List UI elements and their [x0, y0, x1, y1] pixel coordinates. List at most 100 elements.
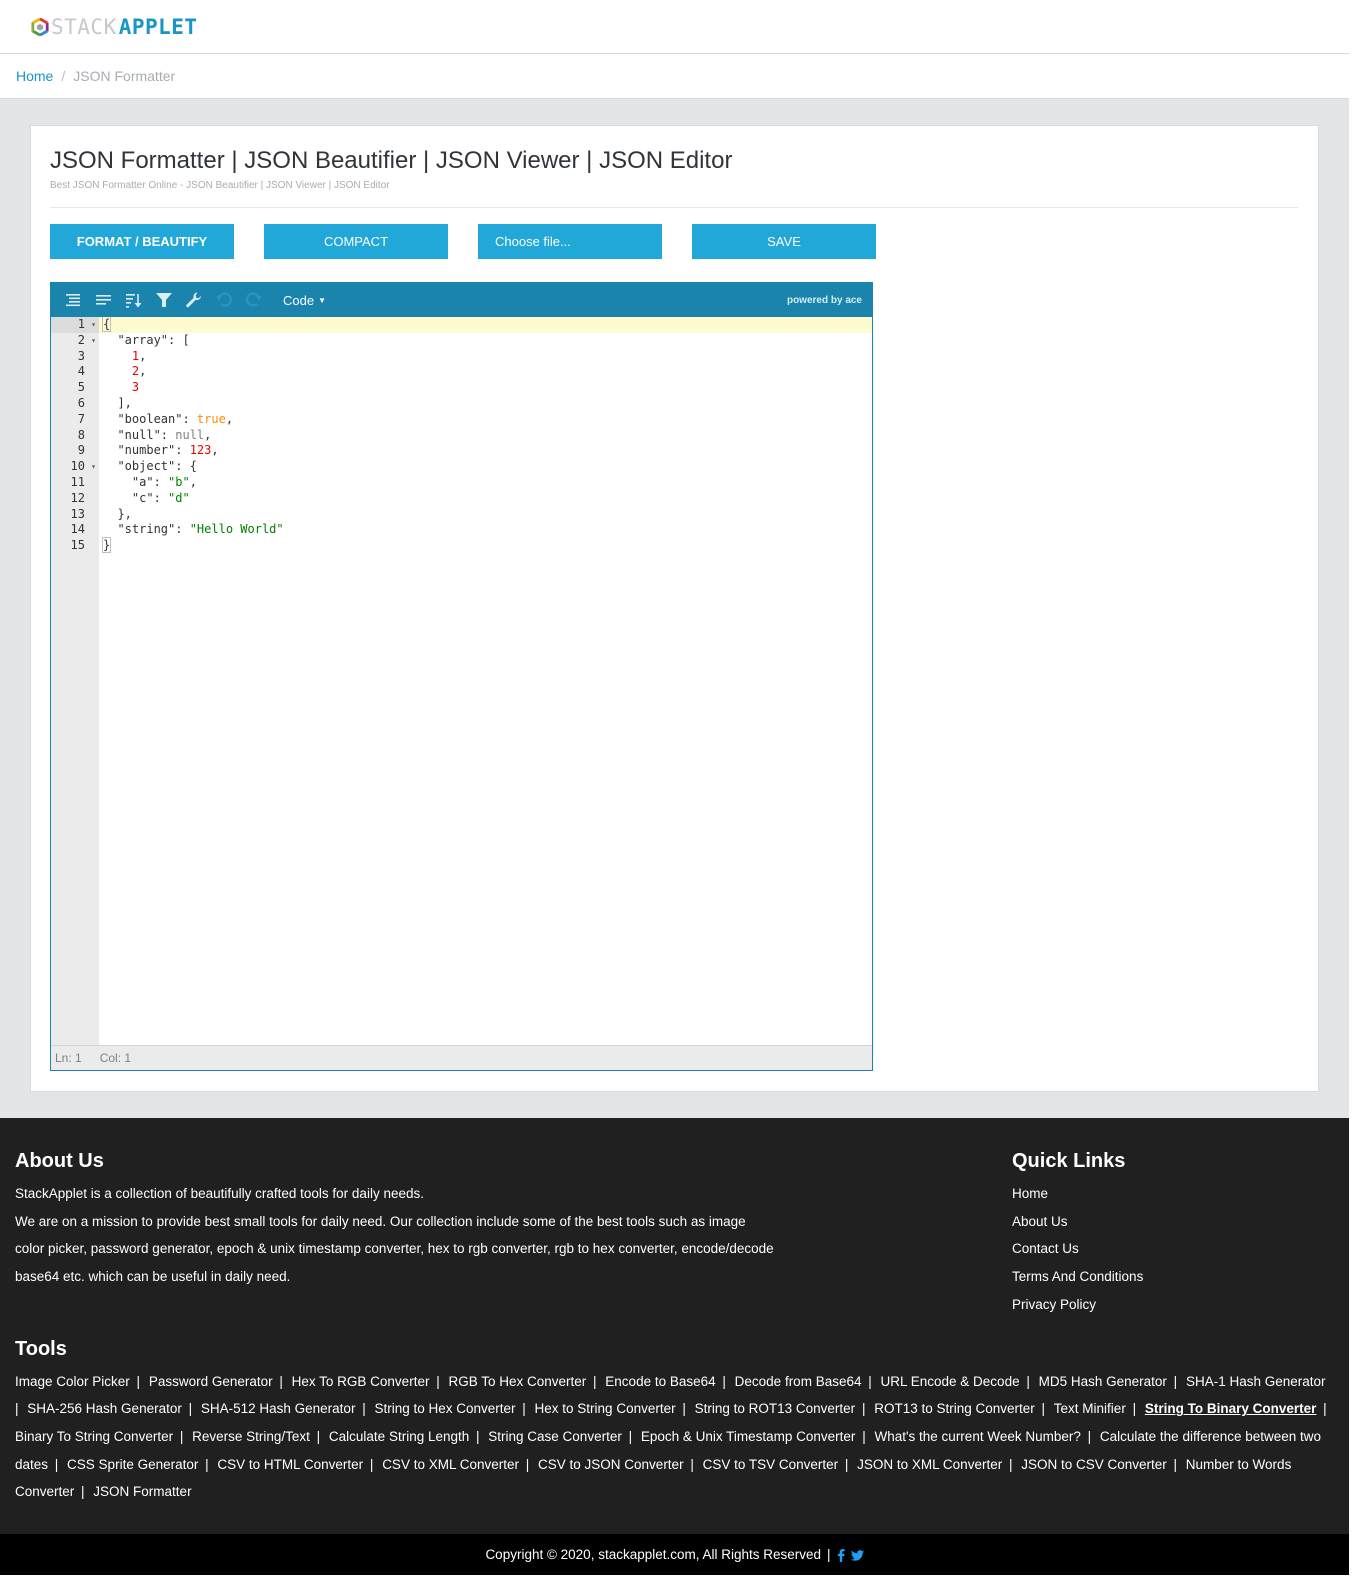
tool-link[interactable]: JSON to CSV Converter	[1021, 1457, 1167, 1472]
format-beautify-button[interactable]: FORMAT / BEAUTIFY	[50, 224, 234, 259]
tool-link[interactable]: String to Hex Converter	[374, 1401, 515, 1416]
chevron-down-icon: ▼	[318, 295, 326, 305]
cursor-col: Col: 1	[99, 1051, 132, 1065]
about-section: About Us StackApplet is a collection of …	[15, 1148, 775, 1319]
code-line[interactable]: "string": "Hello World"	[99, 522, 872, 538]
tool-link[interactable]: ROT13 to String Converter	[874, 1401, 1035, 1416]
tool-link[interactable]: Decode from Base64	[735, 1374, 862, 1389]
code-line[interactable]: },	[99, 507, 872, 523]
tool-link[interactable]: String To Binary Converter	[1145, 1401, 1317, 1416]
main-area: JSON Formatter | JSON Beautifier | JSON …	[0, 99, 1349, 1118]
editor-toolbar: Code ▼ powered by ace	[51, 283, 872, 317]
code-line[interactable]: }	[99, 537, 872, 554]
tool-separator: |	[858, 1428, 870, 1444]
line-number: 3	[77, 348, 85, 363]
code-line[interactable]: "object": {	[99, 459, 872, 475]
quick-link-about[interactable]: About Us	[1012, 1208, 1334, 1236]
tool-link[interactable]: JSON Formatter	[93, 1484, 191, 1499]
tool-link[interactable]: Text Minifier	[1054, 1401, 1126, 1416]
tool-separator: |	[1022, 1373, 1034, 1389]
tool-link[interactable]: MD5 Hash Generator	[1039, 1374, 1167, 1389]
code-line[interactable]: 1,	[99, 349, 872, 365]
tool-separator: |	[15, 1401, 23, 1417]
choose-file-button[interactable]: Choose file...	[478, 224, 662, 259]
code-line[interactable]: {	[99, 317, 872, 333]
breadcrumb-home-link[interactable]: Home	[16, 68, 53, 84]
sort-icon[interactable]	[119, 283, 149, 317]
twitter-icon[interactable]	[850, 1547, 864, 1562]
code-area[interactable]: { "array": [ 1, 2, 3 ], "boolean": true,…	[99, 317, 872, 1045]
tool-link[interactable]: Hex to String Converter	[535, 1401, 676, 1416]
tool-link[interactable]: CSV to HTML Converter	[217, 1457, 363, 1472]
tool-link[interactable]: Image Color Picker	[15, 1374, 130, 1389]
code-line[interactable]: "array": [	[99, 333, 872, 349]
tool-separator: |	[1169, 1373, 1181, 1389]
line-number: 6	[77, 395, 85, 410]
code-token: }	[101, 537, 112, 554]
tool-link[interactable]: String to ROT13 Converter	[695, 1401, 856, 1416]
cursor-line: Ln: 1	[55, 1051, 82, 1065]
powered-by-ace-link[interactable]: powered by ace	[787, 295, 862, 306]
line-number: 12	[70, 490, 85, 505]
code-line[interactable]: "c": "d"	[99, 491, 872, 507]
quick-links-section: Quick Links Home About Us Contact Us Ter…	[1012, 1148, 1334, 1319]
compact-button[interactable]: COMPACT	[264, 224, 448, 259]
fold-toggle-icon[interactable]: ▾	[91, 317, 96, 333]
tool-link[interactable]: JSON to XML Converter	[857, 1457, 1002, 1472]
code-line[interactable]: 3	[99, 380, 872, 396]
code-token: "a":	[103, 474, 169, 489]
mode-label: Code	[283, 292, 315, 308]
format-icon[interactable]	[59, 283, 89, 317]
line-number: 1 ▾	[51, 317, 99, 333]
site-logo[interactable]: STACK APPLET	[31, 15, 198, 39]
code-line[interactable]: "a": "b",	[99, 475, 872, 491]
tool-link[interactable]: Epoch & Unix Timestamp Converter	[641, 1429, 856, 1444]
tool-link[interactable]: URL Encode & Decode	[881, 1374, 1020, 1389]
tool-link[interactable]: CSV to JSON Converter	[538, 1457, 684, 1472]
tool-link[interactable]: CSV to XML Converter	[382, 1457, 519, 1472]
about-text-2: We are on a mission to provide best smal…	[15, 1213, 774, 1284]
code-line[interactable]: 2,	[99, 364, 872, 380]
code-token: ,	[225, 411, 234, 426]
tool-link[interactable]: Binary To String Converter	[15, 1429, 173, 1444]
code-token: ,	[139, 348, 147, 363]
undo-icon[interactable]	[209, 283, 239, 317]
save-button[interactable]: SAVE	[692, 224, 876, 259]
mode-dropdown[interactable]: Code ▼	[283, 293, 326, 308]
filter-icon[interactable]	[149, 283, 179, 317]
facebook-icon[interactable]	[837, 1547, 845, 1562]
compact-icon[interactable]	[89, 283, 119, 317]
tool-link[interactable]: SHA-1 Hash Generator	[1186, 1374, 1326, 1389]
tool-link[interactable]: SHA-512 Hash Generator	[201, 1401, 356, 1416]
tool-link[interactable]: Encode to Base64	[605, 1374, 715, 1389]
tool-separator: |	[184, 1401, 196, 1417]
code-line[interactable]: "boolean": true,	[99, 412, 872, 428]
quick-link-contact[interactable]: Contact Us	[1012, 1235, 1334, 1263]
tool-link[interactable]: What's the current Week Number?	[874, 1429, 1080, 1444]
breadcrumb: Home / JSON Formatter	[0, 54, 1349, 99]
fold-toggle-icon[interactable]: ▾	[91, 459, 96, 475]
redo-icon[interactable]	[239, 283, 269, 317]
tool-link[interactable]: RGB To Hex Converter	[448, 1374, 586, 1389]
fold-toggle-icon[interactable]: ▾	[91, 333, 96, 349]
repair-wrench-icon[interactable]	[179, 283, 209, 317]
tool-link[interactable]: CSS Sprite Generator	[67, 1457, 198, 1472]
tool-link[interactable]: String Case Converter	[488, 1429, 622, 1444]
code-line[interactable]: ],	[99, 396, 872, 412]
tool-link[interactable]: Calculate String Length	[329, 1429, 469, 1444]
tool-link[interactable]: SHA-256 Hash Generator	[27, 1401, 182, 1416]
tool-link[interactable]: Hex To RGB Converter	[292, 1374, 430, 1389]
editor-body[interactable]: 1 ▾ 2 ▾ 3 4 5 6 7 8 9 10 ▾ 11 12 13 14 15 { "array": [ 1,…	[51, 317, 872, 1045]
tool-link[interactable]: CSV to TSV Converter	[703, 1457, 839, 1472]
quick-link-home[interactable]: Home	[1012, 1180, 1334, 1208]
tool-link[interactable]: Reverse String/Text	[192, 1429, 310, 1444]
tool-separator: |	[589, 1373, 601, 1389]
tool-separator: |	[624, 1428, 636, 1444]
code-line[interactable]: "null": null,	[99, 428, 872, 444]
quick-link-privacy[interactable]: Privacy Policy	[1012, 1291, 1334, 1319]
line-number: 10 ▾	[70, 459, 96, 475]
tool-link[interactable]: Password Generator	[149, 1374, 273, 1389]
code-line[interactable]: "number": 123,	[99, 443, 872, 459]
line-number: 11	[70, 474, 85, 489]
quick-link-terms[interactable]: Terms And Conditions	[1012, 1263, 1334, 1291]
